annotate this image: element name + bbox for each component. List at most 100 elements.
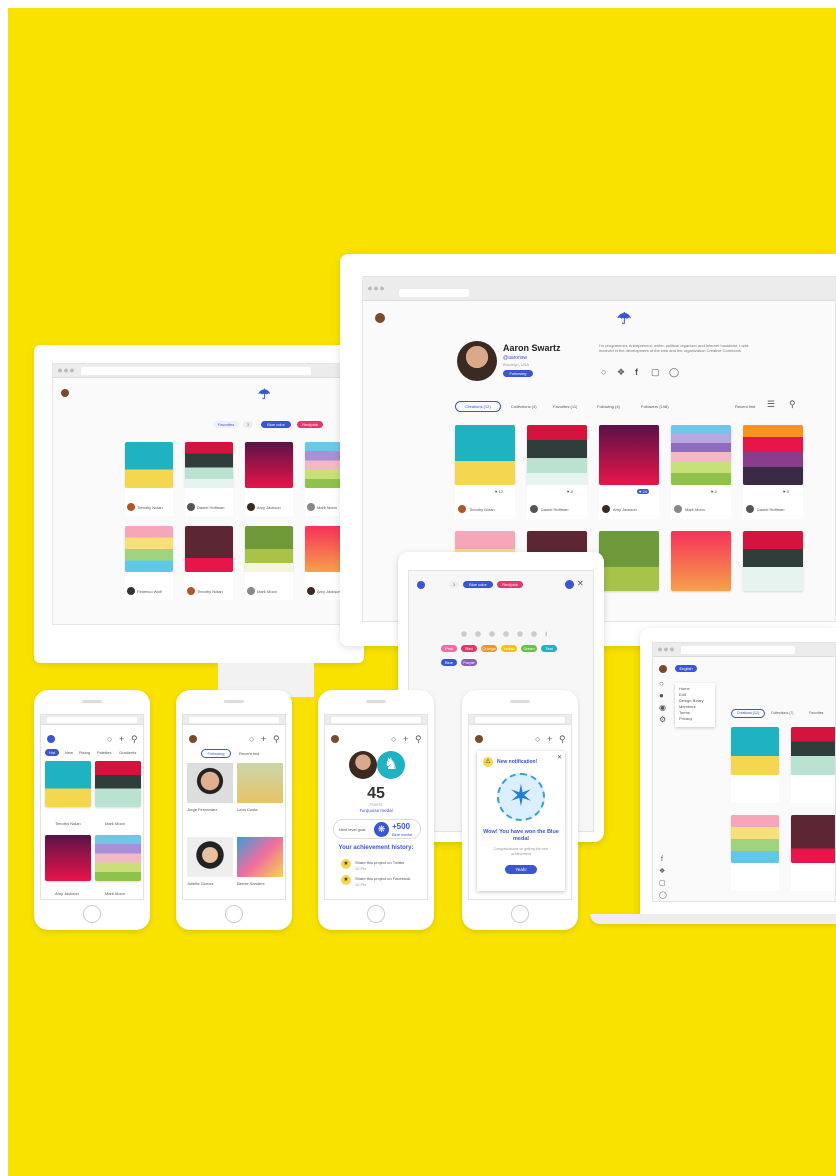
palette-card[interactable] (527, 425, 587, 485)
user-avatar[interactable] (417, 581, 425, 589)
palette-card[interactable] (185, 442, 233, 488)
language-pill[interactable]: English (675, 665, 697, 672)
github-icon[interactable]: ◯ (659, 891, 667, 901)
palette-card[interactable] (95, 835, 141, 881)
following-button[interactable]: Following (503, 370, 533, 377)
filter-following[interactable]: Following (201, 749, 231, 758)
add-icon[interactable]: + (403, 734, 408, 744)
filter-favorites[interactable]: Favorites (213, 421, 239, 428)
home-button[interactable] (511, 905, 529, 923)
person-name[interactable]: Jorge Fernandez (187, 807, 217, 812)
search-icon[interactable]: ⚲ (273, 734, 280, 744)
url-field[interactable] (399, 289, 469, 297)
instagram-icon[interactable]: ▢ (659, 879, 666, 889)
filter-blue[interactable]: Blue color (463, 581, 493, 588)
close-icon[interactable]: ✕ (577, 579, 584, 589)
users-icon[interactable]: ● (659, 691, 664, 701)
globe-icon[interactable]: ◉ (659, 703, 666, 713)
user-avatar[interactable] (47, 735, 55, 743)
menu-item[interactable]: Terms (679, 710, 690, 715)
add-icon[interactable]: + (547, 734, 552, 744)
palette-card[interactable] (791, 815, 835, 863)
user-avatar[interactable] (659, 665, 667, 673)
palette-tag[interactable]: Teal (541, 645, 557, 652)
compass-icon[interactable]: ○ (535, 734, 540, 744)
palette-card[interactable] (245, 526, 293, 572)
add-icon[interactable]: + (261, 734, 266, 744)
home-button[interactable] (367, 905, 385, 923)
search-icon[interactable]: ⚲ (131, 734, 138, 744)
like-count[interactable]: ♥ 8 (567, 489, 573, 494)
user-avatar[interactable] (61, 389, 69, 397)
filter-red[interactable]: Red/pink (497, 581, 523, 588)
search-icon[interactable]: ⚲ (559, 734, 566, 744)
palette-card[interactable] (245, 442, 293, 488)
tab-followers[interactable]: Followers (198) (641, 404, 669, 409)
person-photo[interactable] (237, 763, 283, 803)
like-count[interactable]: ♥ 24 (637, 489, 649, 494)
compass-icon[interactable]: ○ (391, 734, 396, 744)
search-icon[interactable]: ⚲ (789, 399, 796, 409)
palette-tag[interactable]: Blue (441, 659, 457, 666)
filter-blue[interactable]: Blue color (261, 421, 291, 428)
user-avatar[interactable] (189, 735, 197, 743)
github-icon[interactable]: ◯ (669, 367, 679, 377)
octopus-logo-icon[interactable]: ☂ (617, 309, 631, 329)
menu-item[interactable]: Privacy (679, 716, 692, 721)
palette-tag[interactable]: Orange (481, 645, 497, 652)
person-photo[interactable] (187, 837, 233, 877)
instagram-icon[interactable]: ▢ (651, 367, 660, 377)
palette-card[interactable] (45, 761, 91, 807)
person-name[interactable]: Bernie Sanders (237, 881, 265, 886)
palette-card[interactable] (671, 531, 731, 591)
home-button[interactable] (83, 905, 101, 923)
add-icon[interactable]: + (119, 734, 124, 744)
settings-icon[interactable] (565, 580, 574, 589)
palette-card[interactable] (731, 815, 779, 863)
tab-collections[interactable]: Collections (4) (511, 404, 537, 409)
person-photo[interactable] (187, 763, 233, 803)
palette-card[interactable] (125, 442, 173, 488)
compass-icon[interactable]: ○ (249, 734, 254, 744)
tab-favorites[interactable]: Favorites (809, 711, 823, 715)
palette-card[interactable] (731, 727, 779, 775)
octopus-logo-icon[interactable]: ☂ (258, 386, 271, 403)
url-field[interactable] (81, 367, 311, 375)
yeah-button[interactable]: Yeah! (505, 865, 537, 874)
palette-card[interactable] (599, 425, 659, 485)
filter-count[interactable]: 3 (449, 581, 459, 588)
menu-item[interactable]: Home (679, 686, 690, 691)
twitter-icon[interactable]: ❖ (659, 867, 665, 877)
twitter-icon[interactable]: ❖ (617, 367, 625, 377)
sort-select[interactable]: Recent first (735, 404, 755, 409)
tab-new[interactable]: New (65, 750, 73, 755)
compass-icon[interactable]: ○ (107, 734, 112, 744)
close-icon[interactable]: ✕ (557, 753, 562, 763)
facebook-icon[interactable]: f (635, 367, 638, 377)
tab-creations[interactable]: Creations (12) (455, 401, 501, 412)
like-count[interactable]: ♥ 5 (711, 489, 717, 494)
home-icon[interactable]: ○ (659, 679, 664, 689)
facebook-icon[interactable]: f (661, 855, 663, 865)
palette-card[interactable] (125, 526, 173, 572)
palette-card[interactable] (791, 727, 835, 775)
palette-tag[interactable]: Purple (461, 659, 477, 666)
search-icon[interactable]: ⚲ (415, 734, 422, 744)
person-name[interactable]: Leon Costa (237, 807, 257, 812)
palette-card[interactable] (455, 425, 515, 485)
url-field[interactable] (681, 646, 795, 654)
tab-collections[interactable]: Collections (7) (771, 711, 793, 715)
palette-card[interactable] (743, 531, 803, 591)
like-count[interactable]: ♥ 12 (495, 489, 503, 494)
palette-tag[interactable]: Red (461, 645, 477, 652)
list-view-icon[interactable]: ☰ (767, 399, 775, 409)
profile-handle[interactable]: @aaronsw (503, 355, 527, 361)
tab-palettes[interactable]: Palettes (97, 750, 111, 755)
tab-gradients[interactable]: Gradients (119, 750, 136, 755)
palette-card[interactable] (743, 425, 803, 485)
sort-select[interactable]: Recent first (239, 751, 259, 756)
person-name[interactable]: Juliette Gomez (187, 881, 214, 886)
user-avatar[interactable] (475, 735, 483, 743)
palette-card[interactable] (95, 761, 141, 807)
palette-card[interactable] (45, 835, 91, 881)
